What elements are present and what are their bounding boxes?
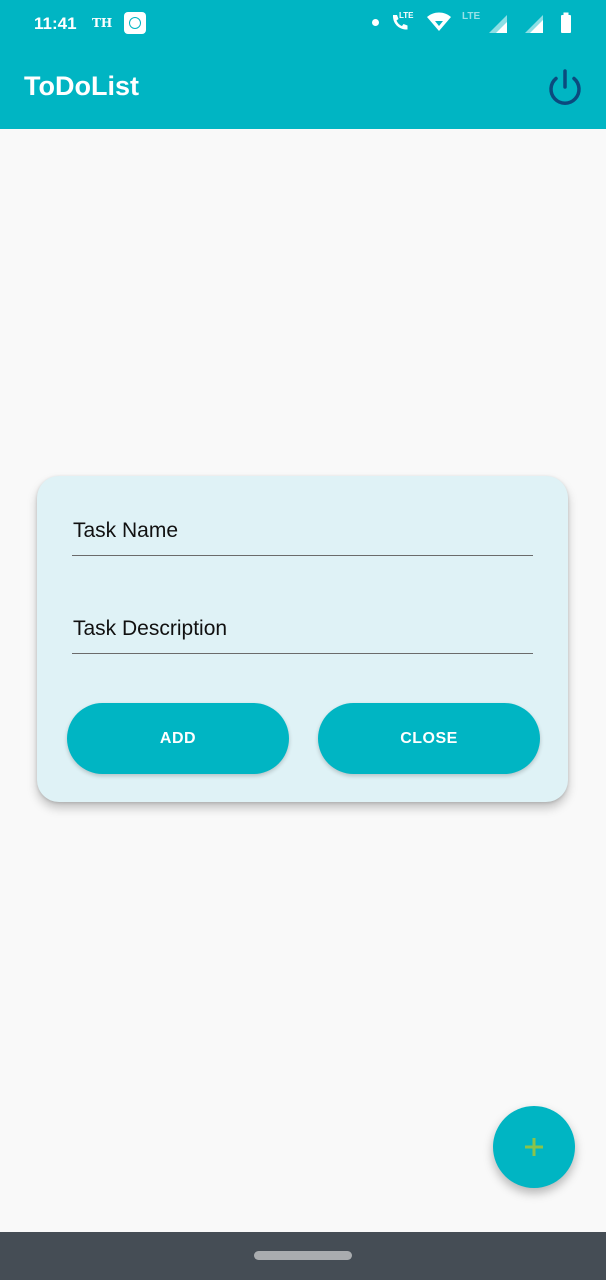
notification-dot-icon: [372, 19, 379, 26]
notification-app-icon: [124, 12, 146, 34]
wifi-icon: [426, 12, 452, 39]
signal-icon-2: [524, 14, 544, 39]
signal-icon-1: [488, 14, 508, 39]
carrier-badge: TH: [92, 16, 113, 30]
task-name-input[interactable]: [72, 512, 533, 556]
volte-call-icon: LTE: [389, 11, 414, 39]
power-button[interactable]: [545, 68, 585, 108]
battery-icon: [560, 12, 572, 39]
system-nav-bar: [0, 1232, 606, 1280]
lte-call-badge: LTE: [399, 11, 414, 20]
status-time: 11:41: [34, 14, 77, 33]
add-task-fab[interactable]: [493, 1106, 575, 1188]
close-button[interactable]: CLOSE: [318, 703, 540, 774]
status-bar: 11:41 TH LTE LTE: [0, 0, 606, 48]
plus-icon: [525, 1138, 543, 1156]
add-button[interactable]: ADD: [67, 703, 289, 774]
power-icon: [549, 69, 581, 105]
app-bar: ToDoList: [0, 48, 606, 129]
home-gesture-handle[interactable]: [254, 1251, 352, 1260]
app-title: ToDoList: [24, 71, 139, 101]
add-task-dialog: ADD CLOSE: [37, 476, 568, 802]
lte-badge: LTE: [462, 11, 481, 22]
task-description-input[interactable]: [72, 610, 533, 654]
